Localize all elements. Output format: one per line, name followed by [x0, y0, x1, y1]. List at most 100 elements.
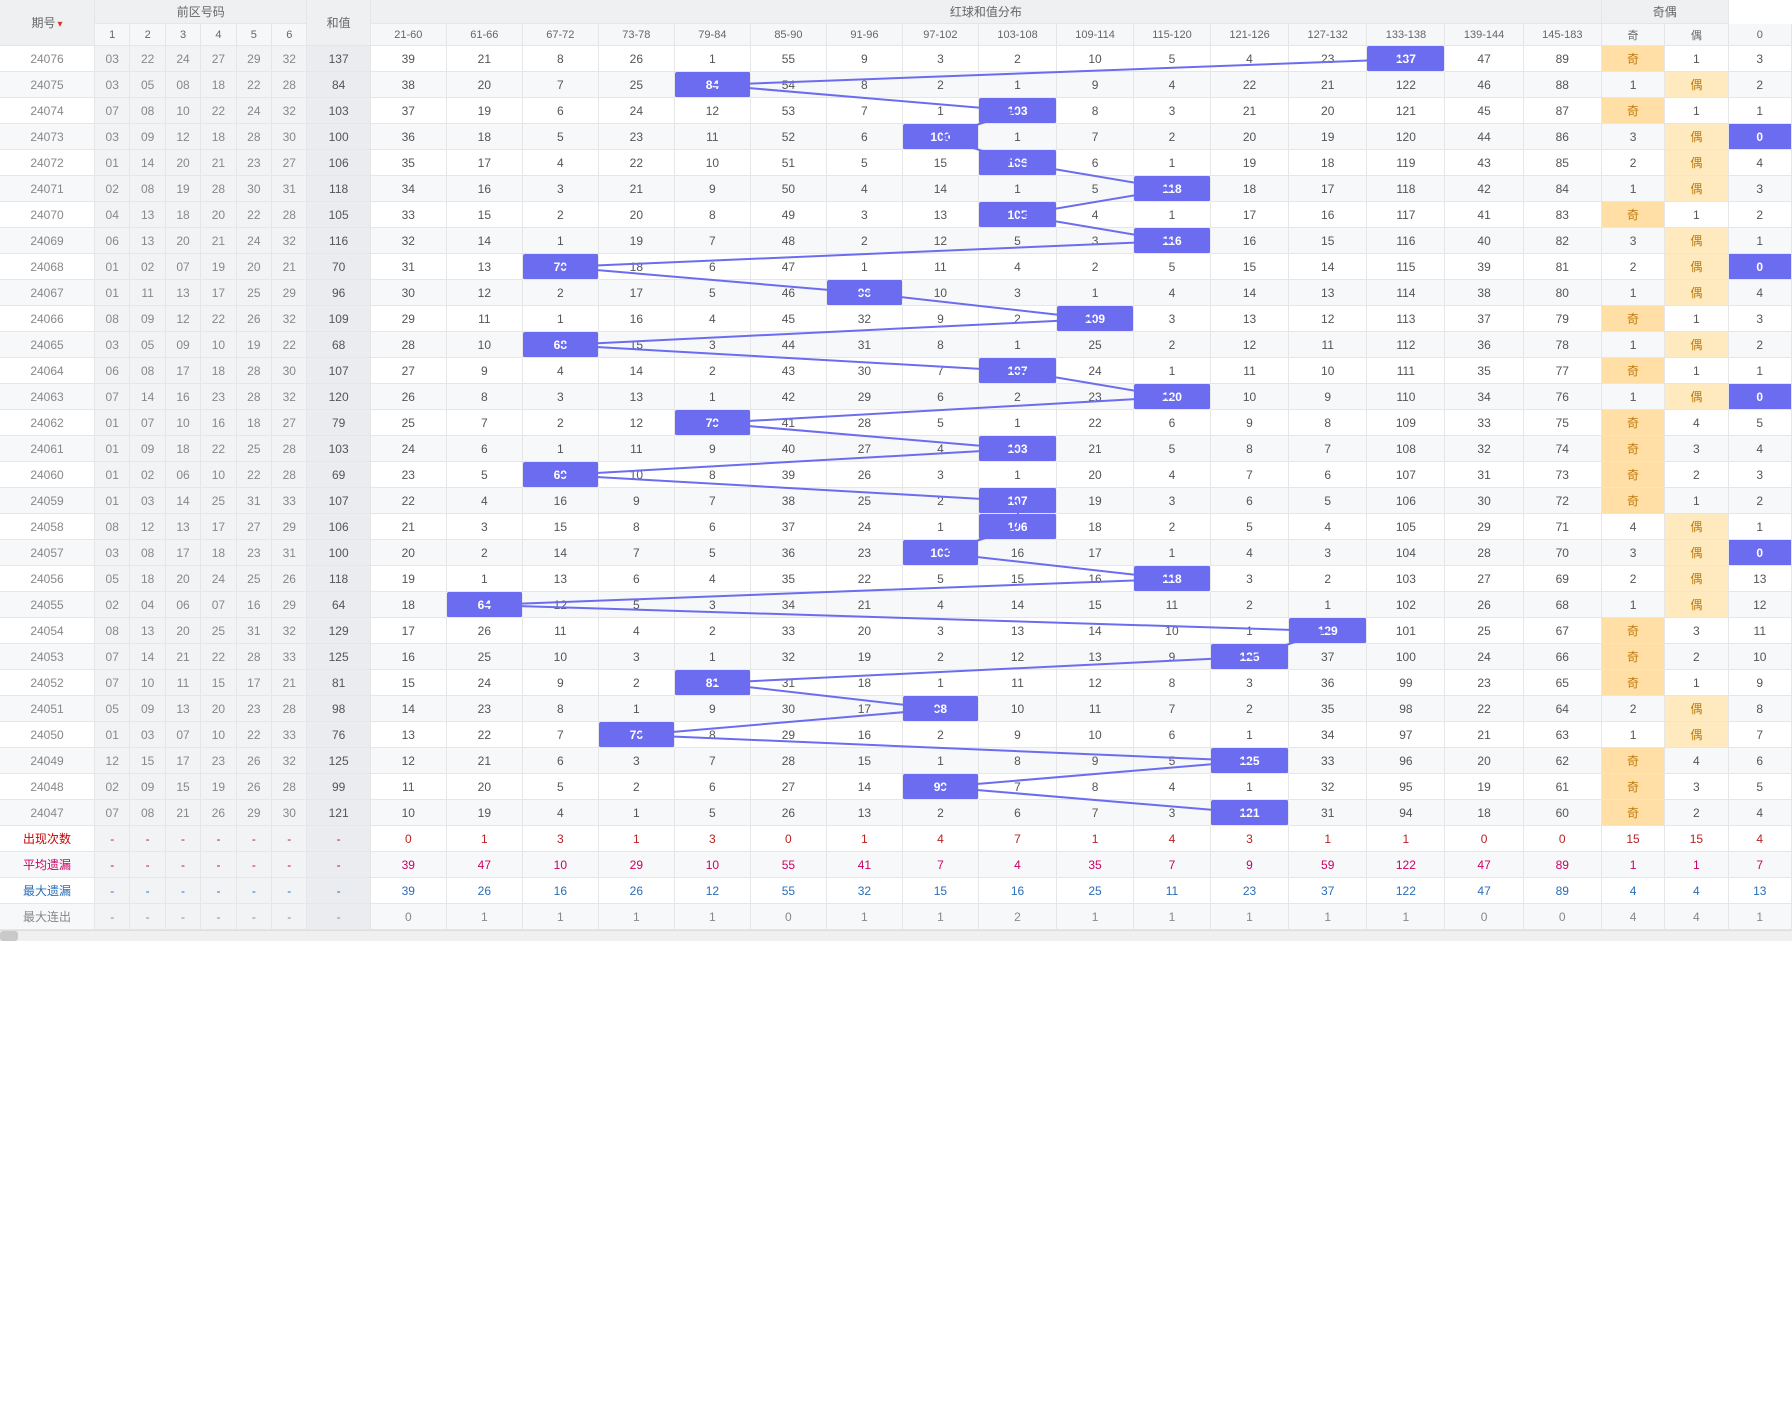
horizontal-scrollbar[interactable] [0, 930, 1792, 941]
sum-bucket: 2 [903, 644, 979, 670]
sum-bucket: 9 [675, 436, 751, 462]
front-ball: 22 [201, 98, 236, 124]
sum-bucket: 34 [751, 592, 827, 618]
front-ball: 07 [95, 670, 130, 696]
front-ball: 08 [95, 514, 130, 540]
front-ball: 28 [272, 462, 307, 488]
front-ball: 32 [272, 98, 307, 124]
stats-value: 29 [599, 852, 675, 878]
even-cell: 偶 [1665, 540, 1728, 566]
sum-bucket: 8 [903, 332, 979, 358]
stats-sum: - [307, 826, 370, 852]
sum-bucket-hit: 99 [903, 774, 979, 800]
sum-bucket: 13 [903, 202, 979, 228]
even-cell: 偶 [1665, 592, 1728, 618]
table-row: 2405207101115172181152492813118111128336… [0, 670, 1792, 696]
sum-bucket-hit: 107 [979, 358, 1057, 384]
sum-bucket: 37 [751, 514, 827, 540]
stats-value: 7 [1134, 852, 1211, 878]
sum-bucket: 19 [1057, 488, 1134, 514]
front-ball: 01 [95, 436, 130, 462]
sum-bucket: 3 [903, 462, 979, 488]
sum-bucket: 24 [1445, 644, 1523, 670]
even-cell: 偶 [1665, 150, 1728, 176]
front-ball: 17 [237, 670, 272, 696]
table-row: 2406503050910192268281068153443181252121… [0, 332, 1792, 358]
sum-bucket: 122 [1367, 72, 1445, 98]
sum-bucket: 4 [447, 488, 523, 514]
stats-value: 1 [1289, 904, 1367, 930]
sum-bucket: 46 [1445, 72, 1523, 98]
zero-cell: 4 [1729, 150, 1792, 176]
front-ball: 29 [272, 592, 307, 618]
zero-cell: 2 [1729, 488, 1792, 514]
sum-bucket: 5 [1211, 514, 1289, 540]
front-ball: 24 [237, 228, 272, 254]
front-ball: 22 [237, 72, 272, 98]
sum-bucket: 9 [1134, 644, 1211, 670]
sum-bucket: 3 [523, 176, 599, 202]
zero-cell: 1 [1729, 228, 1792, 254]
sum-bucket: 3 [1134, 488, 1211, 514]
sum-bucket: 30 [751, 696, 827, 722]
sum-bucket: 21 [1057, 436, 1134, 462]
sum-bucket: 3 [447, 514, 523, 540]
issue-number: 24055 [0, 592, 95, 618]
sum-bucket: 29 [827, 384, 903, 410]
sum-bucket: 27 [371, 358, 447, 384]
odd-cell: 奇 [1602, 800, 1665, 826]
table-row: 2407201142021232710635174221051515106611… [0, 150, 1792, 176]
sum-bucket: 20 [599, 202, 675, 228]
sum-bucket: 2 [979, 46, 1057, 72]
sum-bucket: 10 [1211, 384, 1289, 410]
stats-placeholder: - [95, 878, 130, 904]
sum-bucket: 81 [1524, 254, 1602, 280]
sum-bucket: 4 [1134, 72, 1211, 98]
sum-bucket: 114 [1367, 280, 1445, 306]
front-ball: 05 [95, 566, 130, 592]
sum-bucket: 2 [1134, 332, 1211, 358]
table-row: 2406201071016182779257212794128512269810… [0, 410, 1792, 436]
front-ball: 09 [130, 696, 165, 722]
sum-bucket: 10 [1289, 358, 1367, 384]
stats-even: 1 [1665, 852, 1728, 878]
stats-value: 122 [1367, 852, 1445, 878]
even-cell: 偶 [1665, 696, 1728, 722]
front-ball: 22 [237, 462, 272, 488]
sum-bucket: 9 [447, 358, 523, 384]
front-ball: 20 [166, 618, 201, 644]
front-ball: 18 [166, 202, 201, 228]
sum-bucket: 6 [1057, 150, 1134, 176]
sum-bucket: 14 [447, 228, 523, 254]
stats-zero: 1 [1729, 904, 1792, 930]
sum-bucket: 4 [1057, 202, 1134, 228]
sum-bucket-hit: 64 [447, 592, 523, 618]
front-ball: 03 [95, 72, 130, 98]
zero-cell: 0 [1729, 384, 1792, 410]
front-ball: 28 [272, 774, 307, 800]
issue-sort[interactable]: 期号 [31, 16, 62, 30]
front-ball: 01 [95, 462, 130, 488]
issue-number: 24059 [0, 488, 95, 514]
sum-bucket: 18 [1445, 800, 1523, 826]
table-row: 2407407081022243210337196241253711038321… [0, 98, 1792, 124]
stats-label: 平均遗漏 [0, 852, 95, 878]
zero-cell: 0 [1729, 254, 1792, 280]
even-cell: 偶 [1665, 566, 1728, 592]
scrollbar-thumb[interactable] [0, 931, 18, 941]
stats-placeholder: - [130, 826, 165, 852]
stats-value: 3 [523, 826, 599, 852]
front-ball: 04 [130, 592, 165, 618]
sum-bucket: 3 [979, 280, 1057, 306]
stats-placeholder: - [166, 878, 201, 904]
zero-cell: 7 [1729, 722, 1792, 748]
front-ball: 33 [272, 488, 307, 514]
table-row: 2406101091822252810324611194027410321587… [0, 436, 1792, 462]
sum-bucket: 17 [827, 696, 903, 722]
sum-bucket: 12 [1289, 306, 1367, 332]
sum-bucket: 29 [1445, 514, 1523, 540]
sum-bucket: 11 [675, 124, 751, 150]
sum-bucket-hit: 121 [1211, 800, 1289, 826]
sum-bucket: 27 [751, 774, 827, 800]
sum-bucket: 18 [447, 124, 523, 150]
